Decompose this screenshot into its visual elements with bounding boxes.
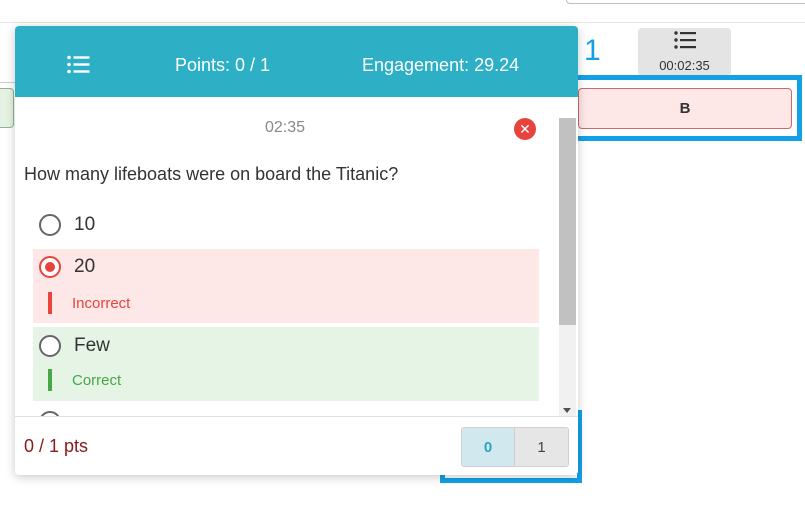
option-label: 10: [74, 214, 96, 235]
question-time: 02:35: [265, 119, 306, 136]
feedback-bar: [48, 292, 52, 314]
question-body: 02:35 ✕ How many lifeboats were on board…: [15, 97, 578, 416]
option-label: 20: [74, 256, 96, 277]
score-button-0[interactable]: 0: [462, 428, 515, 466]
question-popup: Points: 0 / 1 Engagement: 29.24 02:35 ✕ …: [15, 26, 578, 475]
popup-header: Points: 0 / 1 Engagement: 29.24: [15, 26, 578, 97]
feedback-correct: Correct: [48, 369, 121, 391]
engagement-label: Engagement: 29.24: [362, 55, 520, 75]
radio-button[interactable]: [39, 335, 61, 357]
screen: 00:02:35 B 1 2 Points: 0 / 1 Engagement:…: [0, 0, 805, 507]
option-few[interactable]: Few Correct: [33, 327, 539, 401]
top-input-field[interactable]: [566, 0, 805, 4]
question-list-button[interactable]: 00:02:35: [638, 28, 731, 76]
answer-button-correct-partial[interactable]: [0, 88, 14, 128]
annotation-marker-1: 1: [584, 34, 601, 67]
feedback-text: Correct: [72, 371, 122, 389]
points-earned: 0 / 1 pts: [24, 436, 89, 456]
feedback-text: Incorrect: [72, 294, 131, 312]
scrollbar[interactable]: [559, 118, 576, 416]
score-button-1[interactable]: 1: [515, 428, 568, 466]
option-20[interactable]: 20 Incorrect: [33, 249, 539, 323]
option-label: Few: [74, 335, 110, 356]
radio-button-selected[interactable]: [39, 256, 61, 278]
list-icon[interactable]: [67, 55, 90, 79]
score-toggle: 0 1: [461, 427, 569, 467]
divider: [0, 82, 16, 83]
popup-footer: 0 / 1 pts 0 1: [15, 416, 578, 475]
feedback-bar: [48, 369, 52, 391]
feedback-incorrect: Incorrect: [48, 292, 130, 314]
question-text: How many lifeboats were on board the Tit…: [24, 164, 399, 184]
radio-button[interactable]: [39, 214, 61, 236]
option-10[interactable]: 10: [33, 214, 539, 244]
scroll-down-arrow-icon[interactable]: [563, 408, 571, 413]
highlight-box-1: [563, 75, 802, 141]
points-label: Points: 0 / 1: [175, 55, 271, 75]
list-icon: [673, 31, 696, 54]
elapsed-timer: 00:02:35: [659, 58, 710, 73]
divider: [0, 22, 805, 23]
scrollbar-thumb[interactable]: [559, 118, 576, 325]
close-icon[interactable]: ✕: [514, 118, 536, 140]
